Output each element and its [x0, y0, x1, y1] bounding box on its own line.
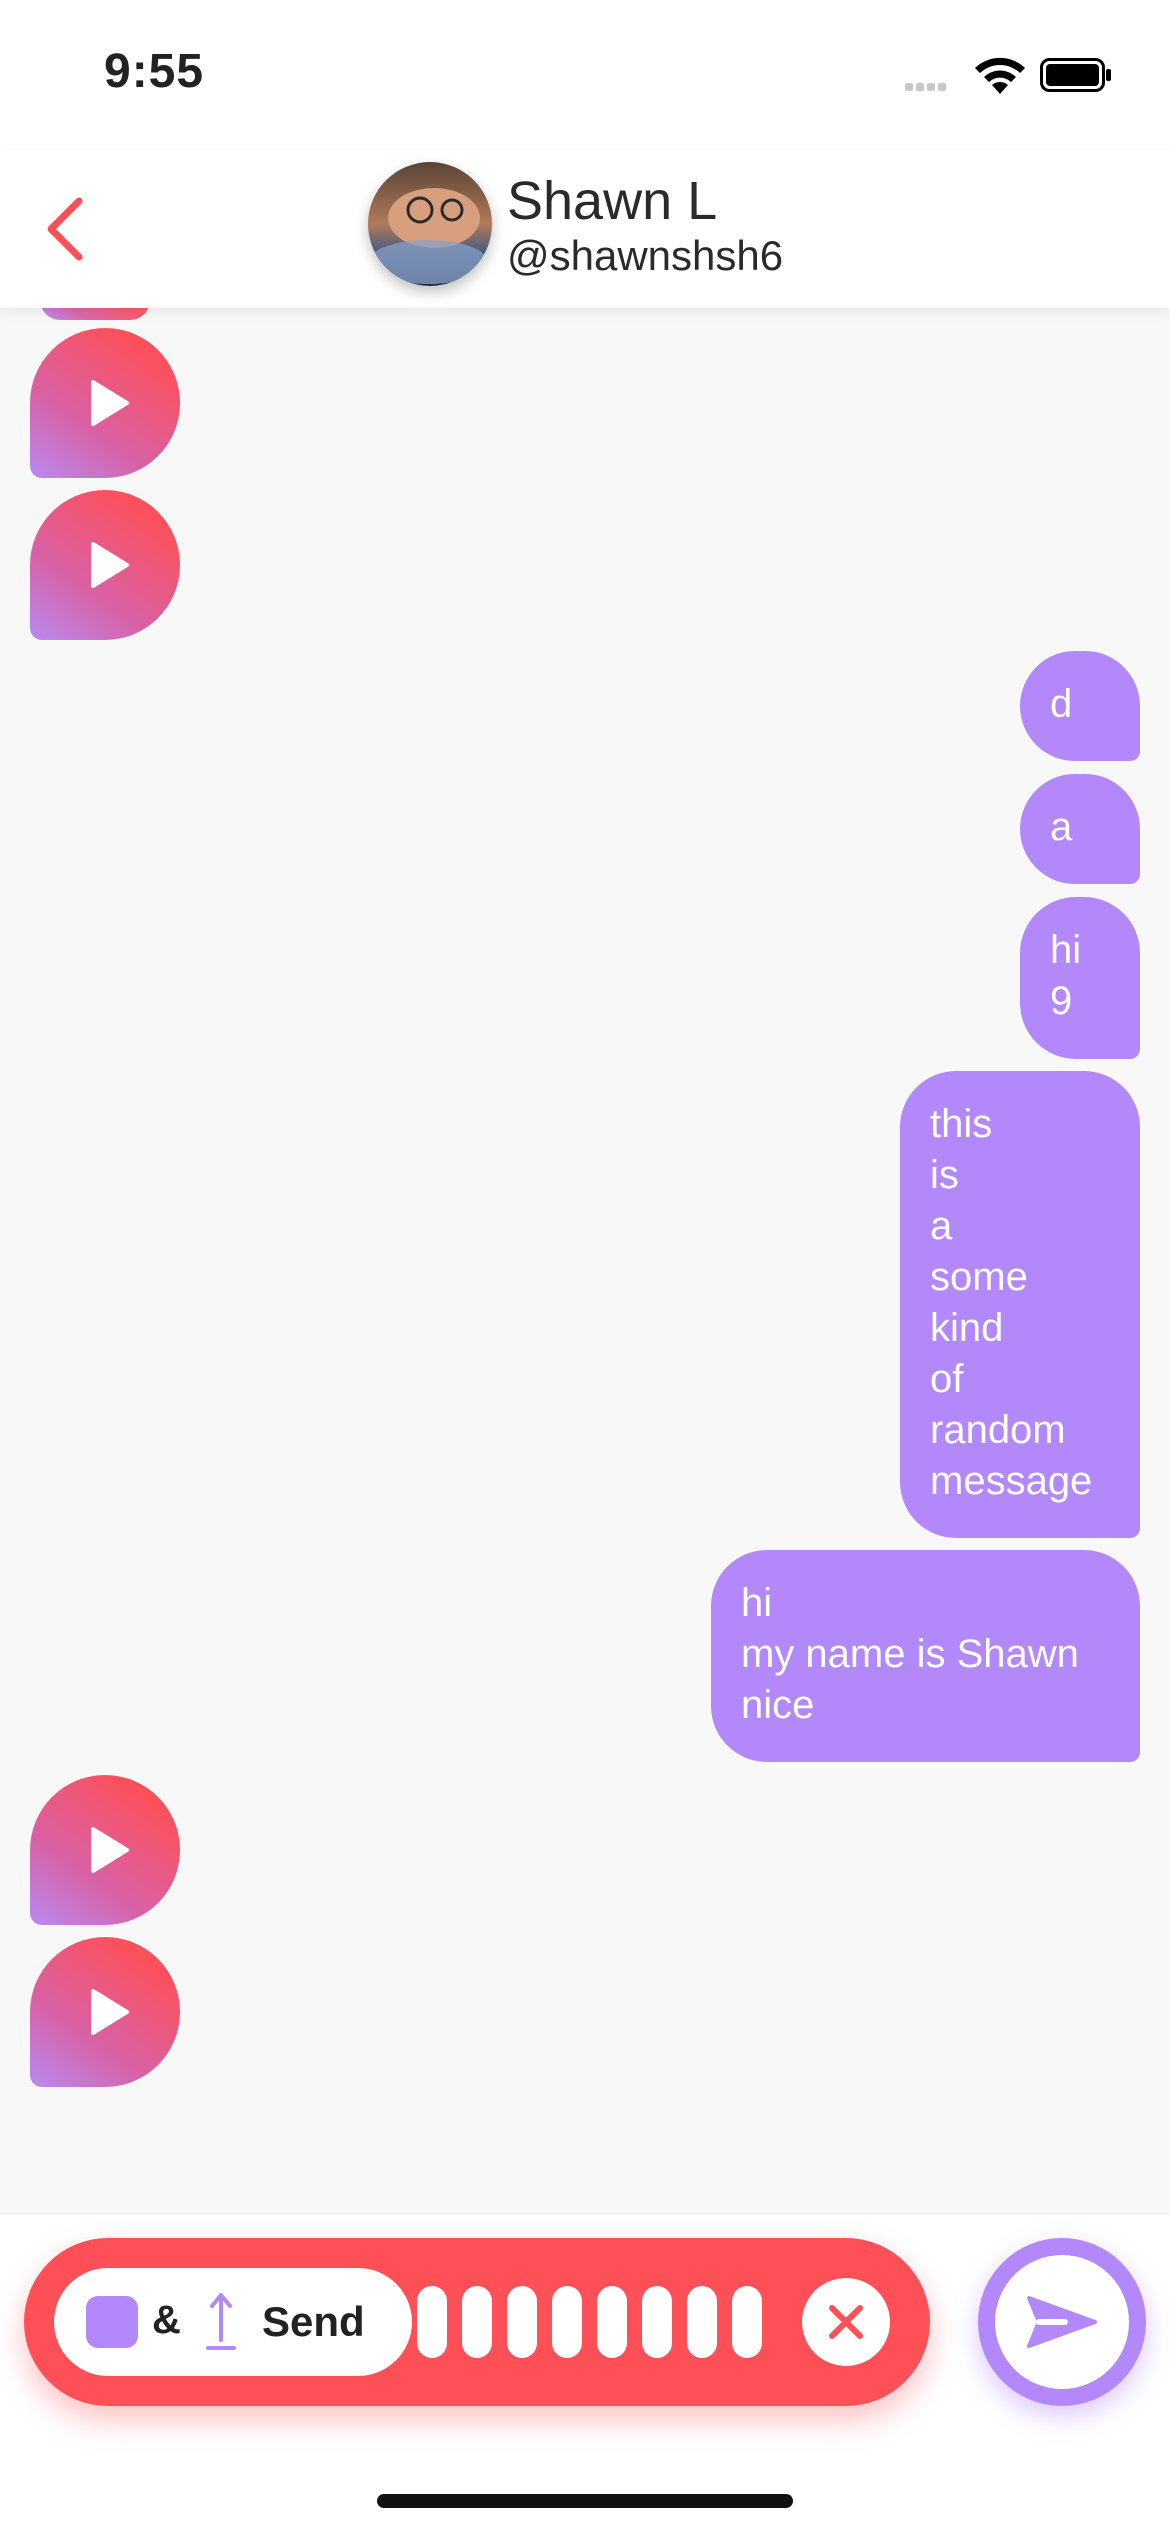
wifi-icon — [975, 57, 1025, 94]
message-line: 9 — [1050, 979, 1073, 1023]
back-button[interactable] — [30, 186, 100, 272]
paper-plane-icon — [1027, 2296, 1097, 2348]
ampersand-label: & — [152, 2298, 181, 2342]
waveform-bar — [417, 2286, 447, 2358]
waveform-bar — [462, 2286, 492, 2358]
waveform-bar — [552, 2286, 582, 2358]
message-line: hi — [741, 1581, 773, 1625]
signal-icon — [905, 78, 949, 96]
play-icon — [91, 542, 129, 588]
message-line: nice — [741, 1683, 815, 1727]
voice-message[interactable] — [30, 490, 180, 640]
message-line: this — [930, 1102, 993, 1146]
play-icon — [91, 1827, 129, 1873]
home-indicator[interactable] — [377, 2494, 793, 2508]
status-bar: 9:55 — [0, 0, 1170, 150]
chat-header: Shawn L @shawnshsh6 — [0, 150, 1170, 308]
voice-message[interactable] — [30, 1937, 180, 2087]
message-line: a — [930, 1204, 953, 1248]
text-message[interactable]: d — [1020, 651, 1140, 761]
waveform-bar — [642, 2286, 672, 2358]
composer: & Send — [0, 2213, 1170, 2533]
play-icon — [91, 1989, 129, 2035]
waveform-bar — [732, 2286, 762, 2358]
message-line: a — [1050, 805, 1073, 849]
message-line: message — [930, 1459, 1093, 1503]
waveform-bar — [507, 2286, 537, 2358]
message-line: hi — [1050, 928, 1082, 972]
close-icon — [829, 2305, 863, 2339]
upload-arrow-icon — [206, 2293, 236, 2350]
text-message[interactable]: hi my name is Shawn nice — [711, 1550, 1140, 1762]
send-button[interactable] — [978, 2238, 1146, 2406]
battery-icon — [1040, 58, 1111, 92]
text-message[interactable]: a — [1020, 774, 1140, 884]
message-line: is — [930, 1153, 959, 1197]
waveform-bar — [597, 2286, 627, 2358]
status-time: 9:55 — [104, 45, 205, 98]
avatar[interactable] — [368, 162, 492, 286]
text-message[interactable]: this is a some kind of random message — [900, 1071, 1140, 1538]
message-line: my name is Shawn — [741, 1632, 1079, 1676]
voice-message[interactable] — [30, 328, 180, 478]
chevron-left-icon — [47, 197, 83, 261]
stop-icon — [86, 2296, 138, 2348]
send-recording-button[interactable]: & Send — [54, 2268, 412, 2376]
waveform-bar — [687, 2286, 717, 2358]
message-line: d — [1050, 682, 1073, 726]
message-line: some — [930, 1255, 1028, 1299]
message-list[interactable]: d a hi 9 this is a some kind of random m… — [0, 300, 1170, 2213]
cancel-recording-button[interactable] — [802, 2278, 890, 2366]
message-line: kind — [930, 1306, 1004, 1350]
message-line: of — [930, 1357, 964, 1401]
contact-handle: @shawnshsh6 — [507, 232, 784, 279]
text-message[interactable]: hi 9 — [1020, 897, 1140, 1059]
send-label: Send — [262, 2298, 365, 2345]
contact-name: Shawn L — [507, 171, 718, 231]
message-line: random — [930, 1408, 1066, 1452]
voice-message[interactable] — [30, 1775, 180, 1925]
play-icon — [91, 380, 129, 426]
voice-recording-bar: & Send — [24, 2238, 930, 2406]
